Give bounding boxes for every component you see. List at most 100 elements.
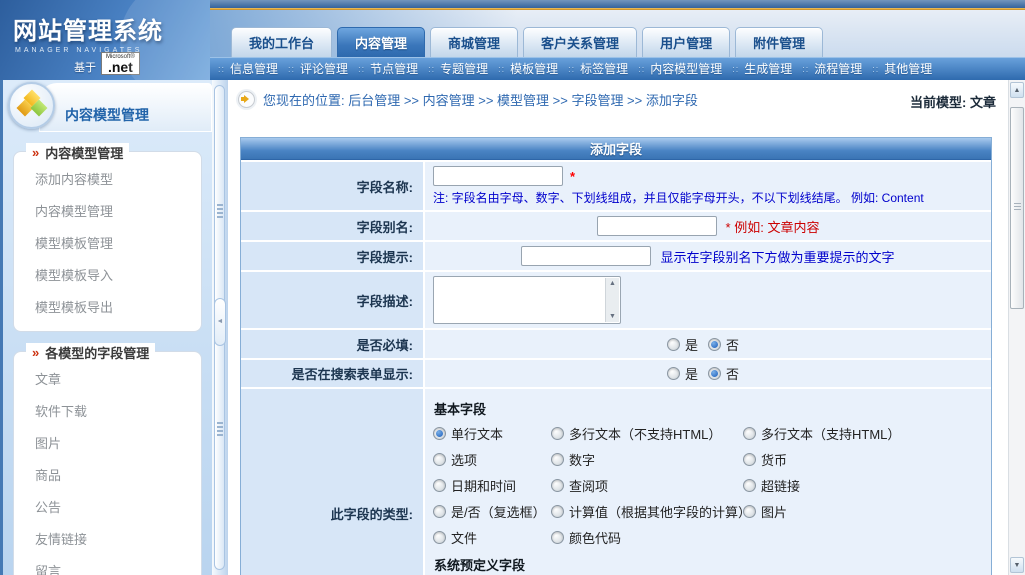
type-option-file[interactable]: 文件: [433, 525, 551, 549]
submenu-item-comment[interactable]: ::评论管理: [286, 60, 356, 77]
field-tip-input[interactable]: [521, 246, 651, 266]
form-title: 添加字段: [241, 138, 991, 160]
radio-icon[interactable]: [743, 453, 756, 466]
radio-icon[interactable]: [433, 479, 446, 492]
submenu-separator-icon: ::: [872, 64, 879, 74]
type-option-currency[interactable]: 货币: [743, 447, 983, 471]
radio-icon[interactable]: [708, 338, 721, 351]
radio-icon[interactable]: [743, 427, 756, 440]
sidebar-group-title: » 各模型的字段管理: [26, 343, 155, 362]
sidebar-item-add-content-model[interactable]: 添加内容模型: [22, 162, 193, 194]
scroll-down-icon[interactable]: ▼: [609, 313, 616, 320]
radio-icon[interactable]: [551, 479, 564, 492]
vertical-scrollbar[interactable]: ▲ ▼: [1008, 80, 1025, 575]
field-type-label: 此字段的类型:: [241, 389, 423, 575]
radio-icon[interactable]: [433, 505, 446, 518]
type-option-multiline-no-html[interactable]: 多行文本（不支持HTML）: [551, 421, 743, 445]
tab-mall-management[interactable]: 商城管理: [430, 27, 518, 57]
sidebar-collapse-button[interactable]: ◄: [214, 298, 226, 346]
submenu-item-generate[interactable]: ::生成管理: [730, 60, 800, 77]
textarea-scrollbar[interactable]: ▲ ▼: [605, 278, 619, 322]
search-display-yes-option[interactable]: 是: [667, 364, 698, 383]
submenu-item-content-model[interactable]: ::内容模型管理: [636, 60, 730, 77]
sidebar-item-model-template-manage[interactable]: 模型模板管理: [22, 226, 193, 258]
scrollbar-up-button[interactable]: ▲: [1010, 82, 1024, 98]
radio-icon[interactable]: [667, 367, 680, 380]
radio-icon[interactable]: [743, 505, 756, 518]
main-content: 您现在的位置: 后台管理 >> 内容管理 >> 模型管理 >> 字段管理 >> …: [228, 80, 1008, 575]
sidebar-item-software-download[interactable]: 软件下载: [22, 394, 193, 426]
type-option-multiline-html[interactable]: 多行文本（支持HTML）: [743, 421, 983, 445]
submenu-item-info[interactable]: ::信息管理: [216, 60, 286, 77]
type-option-color-code[interactable]: 颜色代码: [551, 525, 743, 549]
radio-icon[interactable]: [551, 505, 564, 518]
type-option-yes-no-checkbox[interactable]: 是/否（复选框）: [433, 499, 551, 523]
search-display-no-option[interactable]: 否: [708, 364, 739, 383]
radio-icon[interactable]: [551, 427, 564, 440]
type-option-hyperlink[interactable]: 超链接: [743, 473, 983, 497]
app-header: 我的工作台 内容管理 商城管理 客户关系管理 用户管理 附件管理 ::信息管理 …: [0, 0, 1025, 80]
type-option-number[interactable]: 数字: [551, 447, 743, 471]
field-alias-input[interactable]: [597, 216, 717, 236]
submenu-item-tag[interactable]: ::标签管理: [566, 60, 636, 77]
radio-icon[interactable]: [433, 531, 446, 544]
sidebar-item-model-template-import[interactable]: 模型模板导入: [22, 258, 193, 290]
scrollbar-down-button[interactable]: ▼: [1010, 557, 1024, 573]
field-name-label: 字段名称:: [241, 162, 423, 210]
dotnet-badge-row: 基于 Microsoft® .net: [74, 52, 140, 75]
radio-icon[interactable]: [708, 367, 721, 380]
submenu-item-template[interactable]: ::模板管理: [496, 60, 566, 77]
tab-user-management[interactable]: 用户管理: [642, 27, 730, 57]
sidebar-item-picture[interactable]: 图片: [22, 426, 193, 458]
location-arrow-icon: [238, 91, 255, 108]
required-yes-option[interactable]: 是: [667, 335, 698, 354]
sidebar-item-content-model-manage[interactable]: 内容模型管理: [22, 194, 193, 226]
radio-icon[interactable]: [551, 531, 564, 544]
basic-fields-options: 单行文本 多行文本（不支持HTML） 多行文本（支持HTML） 选项 数字 货币…: [433, 421, 983, 549]
type-option-image[interactable]: 图片: [743, 499, 983, 523]
tab-attachment-management[interactable]: 附件管理: [735, 27, 823, 57]
basic-fields-group-title: 基本字段: [434, 399, 983, 418]
tab-crm[interactable]: 客户关系管理: [523, 27, 637, 57]
radio-icon[interactable]: [743, 479, 756, 492]
submenu-separator-icon: ::: [802, 64, 809, 74]
field-alias-hint: * 例如: 文章内容: [726, 217, 820, 236]
scroll-up-icon[interactable]: ▲: [609, 280, 616, 287]
sidebar-item-article[interactable]: 文章: [22, 362, 193, 394]
field-name-note: 注: 字段名由字母、数字、下划线组成，并且仅能字母开头，不以下划线结尾。 例如:…: [433, 189, 983, 206]
submenu-item-other[interactable]: ::其他管理: [870, 60, 940, 77]
radio-icon[interactable]: [667, 338, 680, 351]
type-option-calculated-value[interactable]: 计算值（根据其他字段的计算）: [551, 499, 743, 523]
tab-my-workbench[interactable]: 我的工作台: [231, 27, 332, 57]
sidebar-item-friend-link[interactable]: 友情链接: [22, 522, 193, 554]
type-option-choice[interactable]: 选项: [433, 447, 551, 471]
splitter-grip-icon: [217, 204, 223, 219]
sidebar-group-content-model: » 内容模型管理 添加内容模型 内容模型管理 模型模板管理 模型模板导入 模型模…: [13, 151, 202, 332]
submenu-item-node[interactable]: ::节点管理: [356, 60, 426, 77]
submenu-item-topic[interactable]: ::专题管理: [426, 60, 496, 77]
field-name-input[interactable]: [433, 166, 563, 186]
sidebar-item-model-template-export[interactable]: 模型模板导出: [22, 290, 193, 322]
sidebar-item-product[interactable]: 商品: [22, 458, 193, 490]
submenu-separator-icon: ::: [638, 64, 645, 74]
sidebar-item-announcement[interactable]: 公告: [22, 490, 193, 522]
scrollbar-thumb[interactable]: [1010, 107, 1024, 309]
submenu-item-workflow[interactable]: ::流程管理: [800, 60, 870, 77]
radio-icon[interactable]: [433, 427, 446, 440]
content-model-module-icon: [8, 82, 55, 129]
sidebar-splitter[interactable]: ◄: [212, 80, 228, 575]
field-description-textarea[interactable]: ▲ ▼: [433, 276, 621, 324]
type-option-lookup[interactable]: 查阅项: [551, 473, 743, 497]
field-alias-row: 字段别名: * 例如: 文章内容: [241, 210, 991, 240]
type-option-single-line-text[interactable]: 单行文本: [433, 421, 551, 445]
sidebar-item-message[interactable]: 留言: [22, 554, 193, 575]
chevron-left-icon: ◄: [217, 318, 224, 325]
tab-content-management[interactable]: 内容管理: [337, 27, 425, 57]
logo: 网站管理系统 MANAGER NAVIGATES 基于 Microsoft® .…: [0, 0, 210, 80]
radio-icon[interactable]: [551, 453, 564, 466]
required-no-option[interactable]: 否: [708, 335, 739, 354]
logo-title: 网站管理系统: [13, 11, 210, 46]
radio-icon[interactable]: [433, 453, 446, 466]
type-option-datetime[interactable]: 日期和时间: [433, 473, 551, 497]
field-tip-row: 字段提示: 显示在字段别名下方做为重要提示的文字: [241, 240, 991, 270]
